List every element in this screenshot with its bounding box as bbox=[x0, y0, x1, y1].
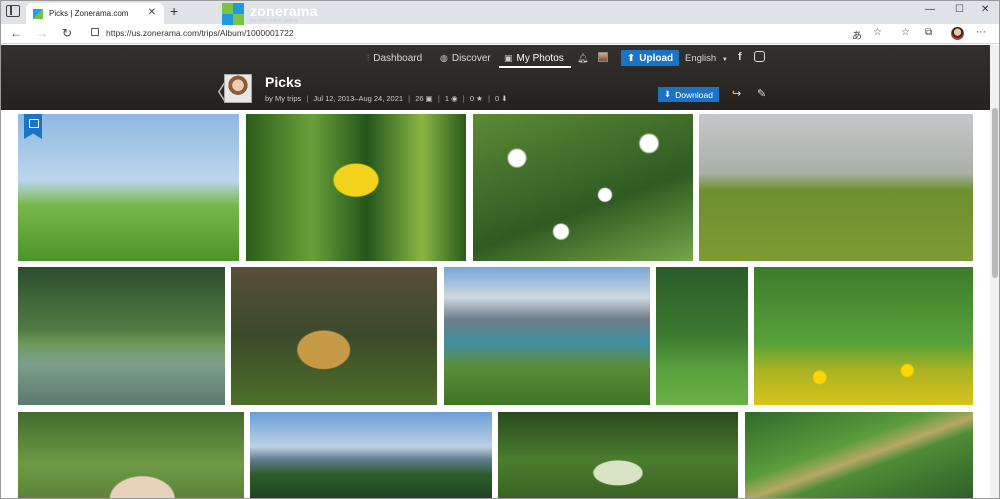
language-label: English bbox=[685, 53, 717, 64]
photo-hill-cabin[interactable] bbox=[699, 114, 973, 261]
globe-icon: ◍ bbox=[440, 53, 448, 63]
view-count: 1 bbox=[444, 94, 450, 103]
edit-pencil-icon[interactable]: ✎ bbox=[757, 87, 766, 100]
lock-icon[interactable] bbox=[91, 28, 99, 36]
photo-river-forest-aerial[interactable] bbox=[745, 412, 973, 499]
album-meta: by My trips | Jul 12, 2013–Aug 24, 2021 … bbox=[265, 94, 508, 103]
photo-cows-on-hill[interactable] bbox=[18, 114, 239, 261]
photo-count-icon: ▣ bbox=[425, 94, 433, 103]
zonerama-favicon-icon bbox=[33, 8, 43, 19]
share-icon[interactable]: ↪ bbox=[732, 87, 741, 100]
facebook-icon[interactable]: f bbox=[738, 51, 742, 63]
download-icon: ⬇ bbox=[664, 89, 672, 99]
nav-discover-label: Discover bbox=[451, 53, 491, 64]
by-label: by bbox=[265, 94, 273, 103]
dashboard-icon: ⫶ bbox=[367, 53, 370, 63]
photo-mountain-flowers[interactable] bbox=[444, 267, 650, 405]
photo-count: 26 bbox=[415, 94, 424, 103]
browser-tab[interactable]: Picks | Zonerama.com ✕ bbox=[26, 3, 164, 24]
nav-discover[interactable]: ◍ Discover bbox=[440, 53, 491, 64]
read-aloud-icon[interactable]: あ bbox=[852, 27, 862, 42]
favorite-star-icon[interactable]: ☆ bbox=[873, 27, 882, 38]
chevron-down-icon: ▼ bbox=[721, 57, 728, 63]
logo-tagline: the free online gallery bbox=[250, 18, 298, 24]
photo-boots-on-moss[interactable] bbox=[231, 267, 437, 405]
nav-my-photos[interactable]: ▣ My Photos bbox=[504, 53, 564, 64]
favorites-icon[interactable]: ☆ bbox=[901, 27, 910, 38]
star-count: 0 bbox=[469, 94, 475, 103]
address-bar: ← → ↻ https://us.zonerama.com/trips/Albu… bbox=[0, 24, 1000, 44]
minimize-icon[interactable]: — bbox=[925, 4, 935, 15]
photo-yellow-iris[interactable] bbox=[246, 114, 466, 261]
photo-lake-island[interactable] bbox=[18, 267, 225, 405]
instagram-icon[interactable] bbox=[754, 51, 765, 62]
user-avatar[interactable] bbox=[598, 52, 608, 62]
tab-close-icon[interactable]: ✕ bbox=[148, 7, 156, 18]
new-tab-icon[interactable]: + bbox=[170, 3, 178, 19]
upload-label: Upload bbox=[639, 52, 674, 64]
scrollbar-thumb[interactable] bbox=[992, 108, 998, 278]
nav-dashboard-label: Dashboard bbox=[373, 53, 423, 64]
zonerama-logo-icon[interactable] bbox=[222, 3, 244, 25]
photo-pine-forest-sky[interactable] bbox=[250, 412, 492, 499]
browser-tab-bar: Picks | Zonerama.com ✕ + — ☐ ✕ bbox=[0, 0, 1000, 24]
nav-dashboard[interactable]: ⫶ Dashboard bbox=[367, 53, 422, 64]
profile-avatar[interactable] bbox=[951, 27, 964, 40]
photos-icon: ▣ bbox=[504, 53, 513, 63]
album-date-range: Jul 12, 2013–Aug 24, 2021 bbox=[313, 94, 404, 103]
download-count-icon: ⬇ bbox=[501, 94, 508, 103]
album-owner-avatar[interactable] bbox=[224, 74, 252, 103]
star-icon: ★ bbox=[476, 94, 483, 103]
back-icon[interactable]: ← bbox=[10, 26, 22, 40]
photo-tree-tunnel[interactable] bbox=[498, 412, 738, 499]
album-owner-link[interactable]: My trips bbox=[275, 94, 301, 103]
forward-icon[interactable]: → bbox=[36, 26, 48, 40]
photo-white-daisies[interactable] bbox=[473, 114, 693, 261]
refresh-icon[interactable]: ↻ bbox=[62, 26, 72, 40]
tab-actions-icon[interactable] bbox=[6, 5, 20, 17]
upload-button[interactable]: ⬆ Upload bbox=[621, 50, 679, 66]
active-nav-underline bbox=[499, 66, 571, 68]
tab-title: Picks | Zonerama.com bbox=[49, 9, 129, 18]
photo-kitten-grass[interactable] bbox=[18, 412, 244, 499]
collections-icon[interactable]: ⧉ bbox=[925, 27, 932, 38]
nav-my-photos-label: My Photos bbox=[516, 53, 564, 64]
photo-yellow-meadow[interactable] bbox=[754, 267, 973, 405]
photo-forest-valley[interactable] bbox=[656, 267, 748, 405]
upload-icon: ⬆ bbox=[626, 52, 636, 64]
download-count: 0 bbox=[494, 94, 500, 103]
maximize-icon[interactable]: ☐ bbox=[955, 4, 964, 15]
download-label: Download bbox=[675, 89, 713, 100]
url-field[interactable]: https://us.zonerama.com/trips/Album/1000… bbox=[106, 28, 294, 38]
logo-text[interactable]: zonerama bbox=[250, 3, 318, 19]
more-icon[interactable]: ⋯ bbox=[976, 27, 986, 38]
notification-bell-icon[interactable]: 🔔︎ bbox=[577, 53, 588, 64]
language-select[interactable]: English ▼ bbox=[685, 53, 728, 64]
window-close-icon[interactable]: ✕ bbox=[981, 4, 989, 15]
eye-icon: ◉ bbox=[451, 94, 458, 103]
album-title: Picks bbox=[265, 74, 302, 90]
download-button[interactable]: ⬇ Download bbox=[658, 87, 719, 102]
